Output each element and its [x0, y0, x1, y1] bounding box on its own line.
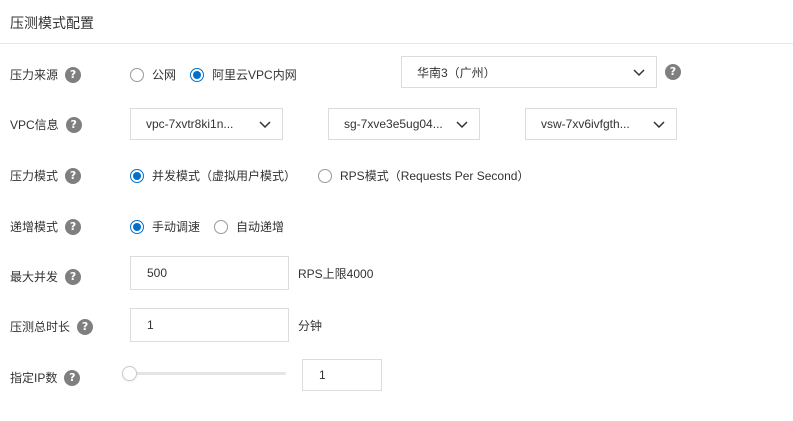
duration-input[interactable]: 1: [130, 308, 289, 342]
radio-circle-checked[interactable]: [130, 168, 144, 183]
vswitch-value: vsw-7xv6ivfgth...: [541, 117, 630, 131]
vswitch-select[interactable]: vsw-7xv6ivfgth...: [525, 108, 677, 140]
duration-unit: 分钟: [298, 319, 323, 333]
ip-count-slider-handle[interactable]: [122, 366, 137, 381]
vpc-row-label: VPC信息 ?: [10, 116, 82, 133]
source-label: 压力来源: [10, 68, 59, 82]
radio-circle-checked[interactable]: [190, 67, 205, 82]
chevron-down-icon: [633, 69, 645, 77]
mode-radio-group: 并发模式（虚拟用户模式） RPS模式（Requests Per Second）: [130, 167, 529, 184]
chevron-down-icon: [259, 121, 271, 129]
radio-rps[interactable]: RPS模式（Requests Per Second）: [318, 167, 529, 184]
section-title: 压测模式配置: [10, 15, 94, 31]
radio-concurrency[interactable]: 并发模式（虚拟用户模式）: [130, 167, 296, 184]
security-group-select[interactable]: sg-7xve3e5ug04...: [328, 108, 480, 140]
radio-circle[interactable]: [318, 168, 333, 183]
region-help-icon[interactable]: ?: [665, 64, 681, 80]
max-concurrency-input[interactable]: 500: [130, 256, 289, 290]
vpc-label: VPC信息: [10, 118, 59, 132]
ip-count-slider-track[interactable]: [130, 372, 286, 375]
max-concurrency-hint: RPS上限4000: [298, 267, 374, 281]
section-header: 压测模式配置: [0, 0, 793, 44]
chevron-down-icon: [456, 121, 468, 129]
help-icon[interactable]: ?: [77, 318, 94, 335]
region-select[interactable]: 华南3（广州）: [401, 56, 657, 88]
radio-rps-label: RPS模式（Requests Per Second）: [340, 169, 530, 183]
source-radio-group: 公网 阿里云VPC内网: [130, 66, 297, 83]
ramp-label: 递增模式: [10, 220, 59, 234]
radio-manual[interactable]: 手动调速: [130, 218, 200, 235]
radio-concurrency-label: 并发模式（虚拟用户模式）: [152, 169, 297, 183]
duration-label: 压测总时长: [10, 320, 71, 334]
duration-value: 1: [147, 318, 154, 332]
max-concurrency-row-label: 最大并发 ?: [10, 268, 82, 285]
ramp-radio-group: 手动调速 自动递增: [130, 218, 284, 235]
help-icon[interactable]: ?: [65, 218, 82, 235]
vpc-select[interactable]: vpc-7xvtr8ki1n...: [130, 108, 283, 140]
ip-count-input[interactable]: 1: [302, 359, 382, 391]
help-icon[interactable]: ?: [65, 268, 82, 285]
radio-auto-label: 自动递增: [236, 220, 285, 234]
chevron-down-icon: [653, 121, 665, 129]
max-concurrency-label: 最大并发: [10, 270, 59, 284]
radio-public[interactable]: 公网: [130, 66, 176, 83]
max-concurrency-value: 500: [147, 266, 168, 280]
radio-manual-label: 手动调速: [152, 220, 201, 234]
region-select-value: 华南3（广州）: [417, 65, 496, 80]
help-icon[interactable]: ?: [65, 116, 82, 133]
radio-circle-checked[interactable]: [130, 219, 144, 234]
ip-count-label: 指定IP数: [10, 371, 58, 385]
mode-row-label: 压力模式 ?: [10, 167, 82, 184]
ip-count-row-label: 指定IP数 ?: [10, 369, 81, 386]
radio-circle[interactable]: [214, 219, 229, 234]
radio-auto[interactable]: 自动递增: [214, 218, 284, 235]
help-icon[interactable]: ?: [65, 167, 82, 184]
security-group-value: sg-7xve3e5ug04...: [344, 117, 443, 131]
radio-circle[interactable]: [130, 67, 144, 82]
mode-label: 压力模式: [10, 169, 59, 183]
radio-vpc-label: 阿里云VPC内网: [212, 68, 297, 82]
help-icon[interactable]: ?: [64, 369, 81, 386]
duration-row-label: 压测总时长 ?: [10, 318, 94, 335]
radio-vpc[interactable]: 阿里云VPC内网: [190, 66, 297, 83]
ip-count-value: 1: [319, 368, 326, 382]
ramp-row-label: 递增模式 ?: [10, 218, 82, 235]
vpc-select-value: vpc-7xvtr8ki1n...: [146, 117, 234, 131]
help-icon[interactable]: ?: [65, 66, 82, 83]
source-row-label: 压力来源 ?: [10, 66, 82, 83]
radio-public-label: 公网: [152, 68, 177, 82]
